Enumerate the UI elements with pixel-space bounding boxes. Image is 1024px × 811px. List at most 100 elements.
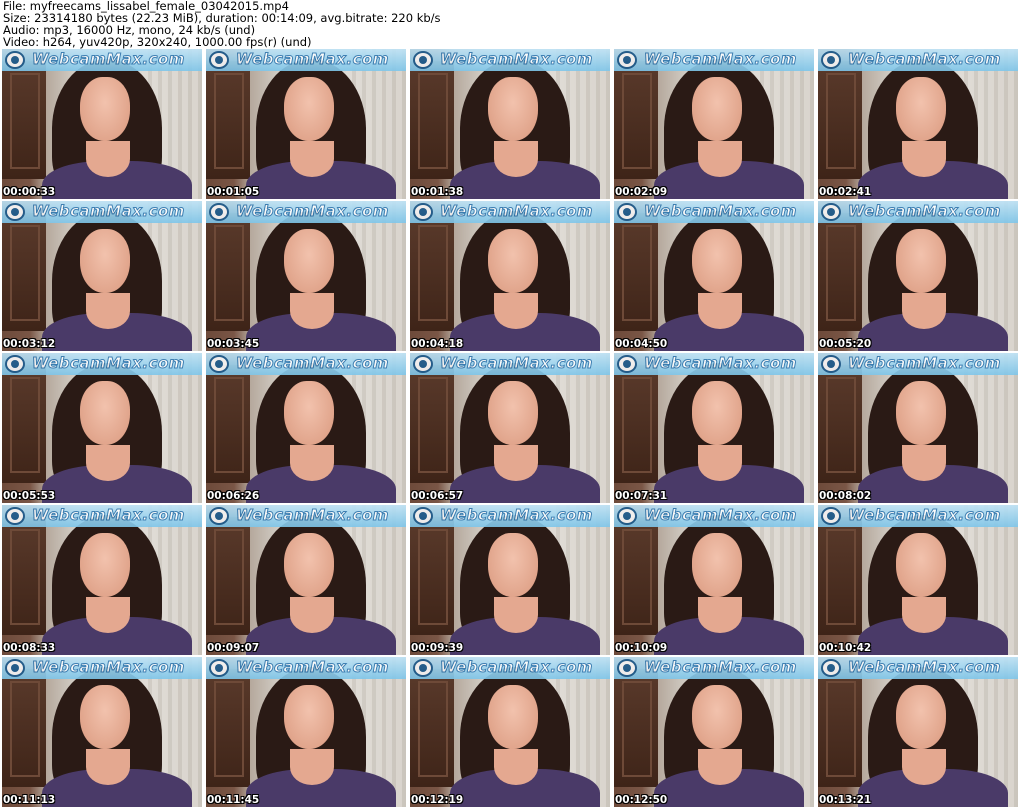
door-background bbox=[818, 517, 862, 635]
video-frame-thumbnail: WebcamMax.com 00:10:42 bbox=[818, 505, 1018, 655]
watermark-text: WebcamMax.com bbox=[848, 658, 1001, 677]
watermark-text: WebcamMax.com bbox=[848, 354, 1001, 373]
frame-timestamp: 00:11:45 bbox=[207, 794, 260, 806]
face-shape bbox=[692, 533, 742, 597]
webcam-icon bbox=[413, 355, 433, 373]
neck-shape bbox=[86, 293, 130, 329]
door-background bbox=[2, 517, 46, 635]
frame-timestamp: 00:08:33 bbox=[3, 642, 56, 654]
video-frame-thumbnail: WebcamMax.com 00:04:50 bbox=[614, 201, 814, 351]
watermark-text: WebcamMax.com bbox=[236, 354, 389, 373]
watermark-banner: WebcamMax.com bbox=[818, 353, 1018, 375]
video-frame-thumbnail: WebcamMax.com 00:07:31 bbox=[614, 353, 814, 503]
watermark-banner: WebcamMax.com bbox=[2, 201, 202, 223]
door-background bbox=[410, 517, 454, 635]
webcam-icon bbox=[5, 203, 25, 221]
door-background bbox=[206, 61, 250, 179]
neck-shape bbox=[494, 597, 538, 633]
face-shape bbox=[80, 685, 130, 749]
neck-shape bbox=[902, 445, 946, 481]
video-frame-thumbnail: WebcamMax.com 00:05:20 bbox=[818, 201, 1018, 351]
face-shape bbox=[896, 685, 946, 749]
watermark-text: WebcamMax.com bbox=[848, 506, 1001, 525]
webcam-icon bbox=[821, 355, 841, 373]
neck-shape bbox=[86, 749, 130, 785]
video-frame-thumbnail: WebcamMax.com 00:11:45 bbox=[206, 657, 406, 807]
face-shape bbox=[896, 77, 946, 141]
video-frame-thumbnail: WebcamMax.com 00:09:07 bbox=[206, 505, 406, 655]
watermark-text: WebcamMax.com bbox=[236, 50, 389, 69]
video-frame-thumbnail: WebcamMax.com 00:10:09 bbox=[614, 505, 814, 655]
video-frame-thumbnail: WebcamMax.com 00:13:21 bbox=[818, 657, 1018, 807]
watermark-banner: WebcamMax.com bbox=[2, 657, 202, 679]
frame-timestamp: 00:10:42 bbox=[819, 642, 872, 654]
frame-timestamp: 00:13:21 bbox=[819, 794, 872, 806]
door-background bbox=[410, 61, 454, 179]
watermark-banner: WebcamMax.com bbox=[410, 49, 610, 71]
video-frame-thumbnail: WebcamMax.com 00:01:38 bbox=[410, 49, 610, 199]
watermark-banner: WebcamMax.com bbox=[410, 505, 610, 527]
face-shape bbox=[80, 533, 130, 597]
frame-timestamp: 00:08:02 bbox=[819, 490, 872, 502]
webcam-icon bbox=[617, 355, 637, 373]
video-frame-thumbnail: WebcamMax.com 00:02:41 bbox=[818, 49, 1018, 199]
face-shape bbox=[692, 685, 742, 749]
frame-timestamp: 00:02:41 bbox=[819, 186, 872, 198]
webcam-icon bbox=[5, 355, 25, 373]
watermark-banner: WebcamMax.com bbox=[818, 49, 1018, 71]
door-background bbox=[818, 669, 862, 787]
frame-timestamp: 00:00:33 bbox=[3, 186, 56, 198]
frame-timestamp: 00:01:38 bbox=[411, 186, 464, 198]
watermark-banner: WebcamMax.com bbox=[206, 49, 406, 71]
watermark-banner: WebcamMax.com bbox=[2, 505, 202, 527]
door-background bbox=[410, 669, 454, 787]
webcam-icon bbox=[5, 51, 25, 69]
watermark-banner: WebcamMax.com bbox=[206, 657, 406, 679]
face-shape bbox=[284, 229, 334, 293]
webcam-icon bbox=[617, 659, 637, 677]
webcam-icon bbox=[5, 659, 25, 677]
neck-shape bbox=[86, 141, 130, 177]
watermark-text: WebcamMax.com bbox=[644, 506, 797, 525]
door-background bbox=[206, 669, 250, 787]
watermark-text: WebcamMax.com bbox=[32, 354, 185, 373]
webcam-icon bbox=[821, 507, 841, 525]
watermark-banner: WebcamMax.com bbox=[410, 353, 610, 375]
watermark-text: WebcamMax.com bbox=[440, 506, 593, 525]
webcam-icon bbox=[617, 507, 637, 525]
neck-shape bbox=[494, 293, 538, 329]
neck-shape bbox=[86, 445, 130, 481]
door-background bbox=[818, 365, 862, 483]
door-background bbox=[2, 669, 46, 787]
webcam-icon bbox=[209, 51, 229, 69]
watermark-text: WebcamMax.com bbox=[644, 50, 797, 69]
door-background bbox=[614, 669, 658, 787]
frame-timestamp: 00:09:39 bbox=[411, 642, 464, 654]
watermark-text: WebcamMax.com bbox=[644, 354, 797, 373]
watermark-banner: WebcamMax.com bbox=[614, 657, 814, 679]
video-frame-thumbnail: WebcamMax.com 00:03:12 bbox=[2, 201, 202, 351]
frame-timestamp: 00:12:19 bbox=[411, 794, 464, 806]
watermark-text: WebcamMax.com bbox=[440, 50, 593, 69]
neck-shape bbox=[290, 597, 334, 633]
video-frame-thumbnail: WebcamMax.com 00:05:53 bbox=[2, 353, 202, 503]
neck-shape bbox=[698, 141, 742, 177]
frame-timestamp: 00:04:18 bbox=[411, 338, 464, 350]
neck-shape bbox=[698, 749, 742, 785]
door-background bbox=[2, 61, 46, 179]
door-background bbox=[206, 517, 250, 635]
neck-shape bbox=[290, 293, 334, 329]
frame-timestamp: 00:07:31 bbox=[615, 490, 668, 502]
face-shape bbox=[896, 533, 946, 597]
frame-timestamp: 00:03:45 bbox=[207, 338, 260, 350]
face-shape bbox=[692, 381, 742, 445]
watermark-banner: WebcamMax.com bbox=[818, 505, 1018, 527]
watermark-text: WebcamMax.com bbox=[32, 50, 185, 69]
webcam-icon bbox=[413, 507, 433, 525]
watermark-text: WebcamMax.com bbox=[236, 658, 389, 677]
face-shape bbox=[488, 77, 538, 141]
neck-shape bbox=[902, 141, 946, 177]
face-shape bbox=[896, 381, 946, 445]
face-shape bbox=[80, 381, 130, 445]
video-frame-thumbnail: WebcamMax.com 00:08:02 bbox=[818, 353, 1018, 503]
